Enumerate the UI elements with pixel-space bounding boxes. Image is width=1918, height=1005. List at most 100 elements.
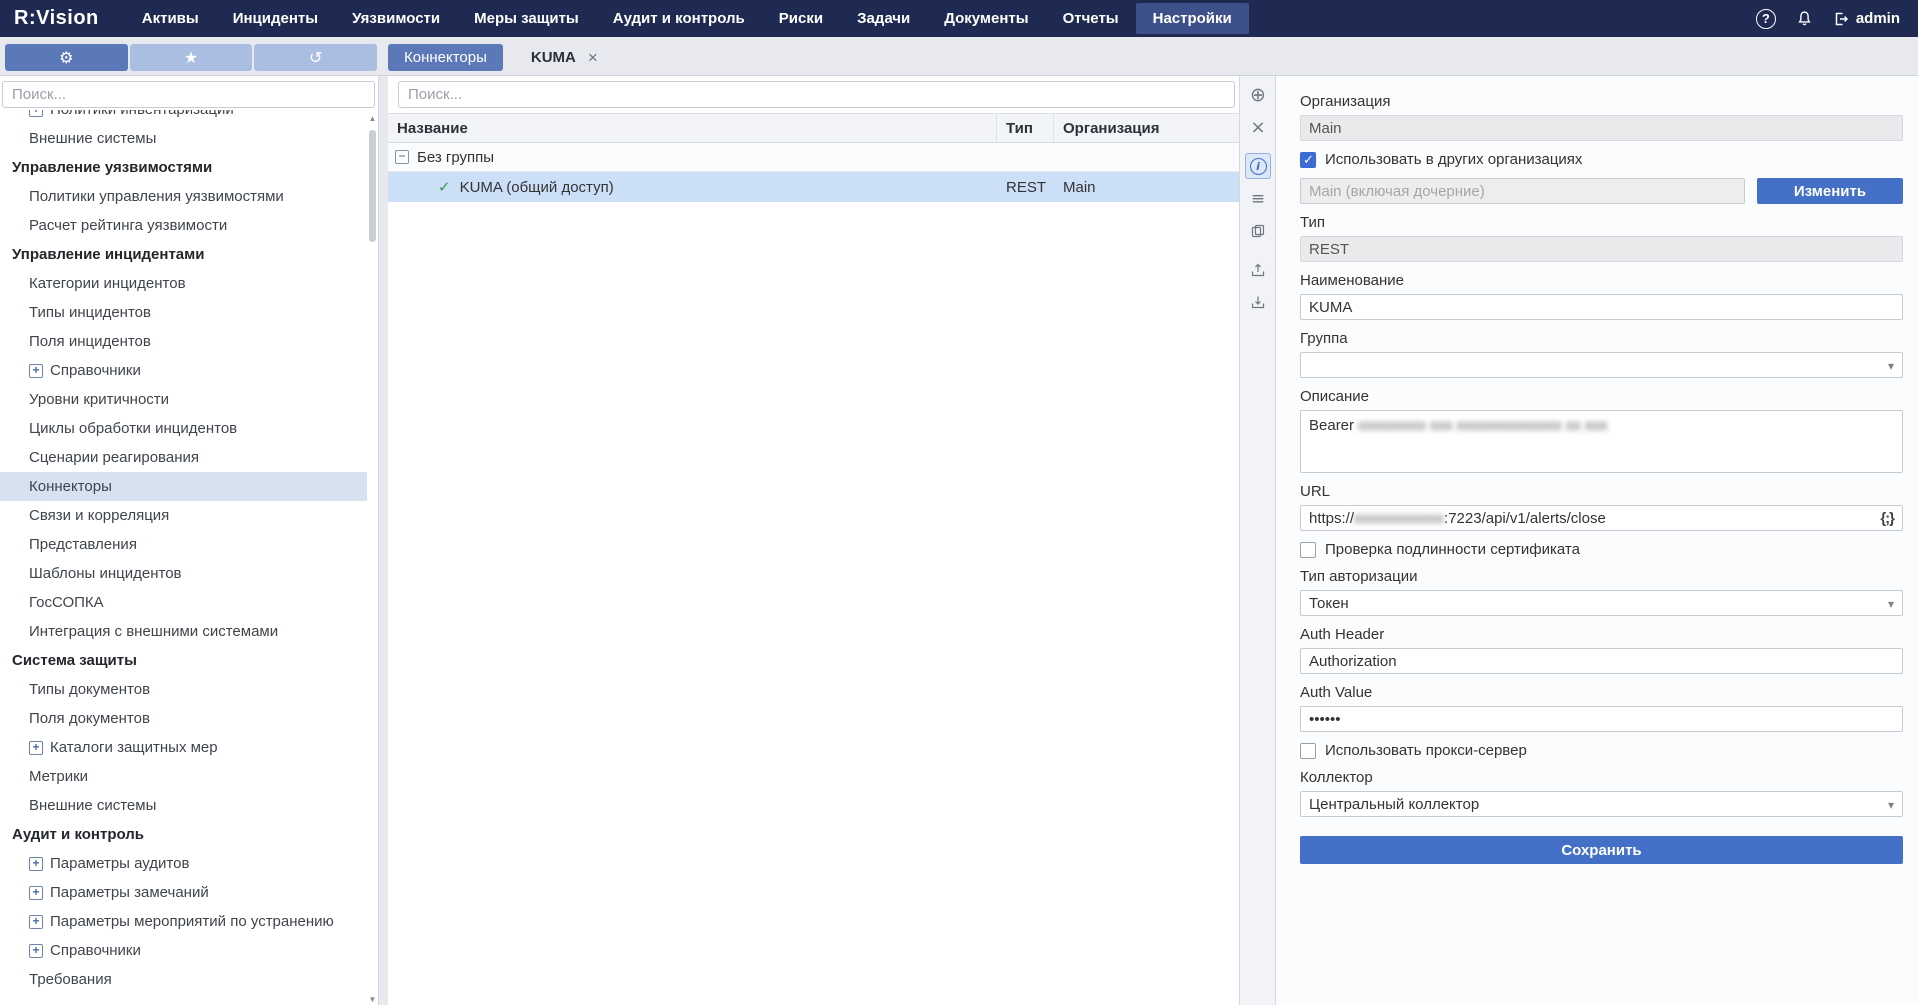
type-label: Тип bbox=[1300, 214, 1903, 231]
tree-item-4[interactable]: Расчет рейтинга уязвимости bbox=[0, 211, 367, 240]
nav-item-documents[interactable]: Документы bbox=[927, 3, 1045, 34]
connector-details-panel: Организация Main Использовать в других о… bbox=[1276, 76, 1918, 1005]
tree-item-14[interactable]: Связи и корреляция bbox=[0, 501, 367, 530]
auth-value-input[interactable] bbox=[1300, 706, 1903, 732]
tree-item-26[interactable]: +Параметры аудитов bbox=[0, 849, 367, 878]
tree-item-29[interactable]: +Справочники bbox=[0, 936, 367, 965]
cert-checkbox[interactable] bbox=[1300, 542, 1316, 558]
expand-icon[interactable]: + bbox=[29, 944, 43, 958]
column-header-1[interactable]: Тип bbox=[997, 114, 1054, 142]
sidebar-tab-settings[interactable]: ⚙ bbox=[5, 44, 128, 71]
auth-type-dropdown[interactable]: Токен ▾ bbox=[1300, 590, 1903, 616]
tree-item-9[interactable]: +Справочники bbox=[0, 356, 367, 385]
nav-item-vulnerabilities[interactable]: Уязвимости bbox=[335, 3, 457, 34]
check-icon: ✓ bbox=[438, 178, 451, 196]
nav-item-protection-measures[interactable]: Меры защиты bbox=[457, 3, 596, 34]
scroll-up-icon[interactable]: ▲ bbox=[367, 114, 378, 123]
column-header-0[interactable]: Название bbox=[388, 114, 997, 142]
tree-item-17[interactable]: ГосСОПКА bbox=[0, 588, 367, 617]
info-icon[interactable]: i bbox=[1245, 153, 1271, 179]
tab-bar: Коннекторы KUMA× bbox=[388, 44, 614, 71]
tree-item-label: Внешние системы bbox=[29, 797, 156, 814]
tree-item-label: Каталоги защитных мер bbox=[50, 739, 218, 756]
tree-item-3[interactable]: Политики управления уязвимостями bbox=[0, 182, 367, 211]
user-menu[interactable]: admin bbox=[1833, 10, 1900, 27]
tree-item-20[interactable]: Типы документов bbox=[0, 675, 367, 704]
proxy-label: Использовать прокси-сервер bbox=[1325, 742, 1527, 759]
expand-icon[interactable]: + bbox=[29, 364, 43, 378]
nav-item-risks[interactable]: Риски bbox=[762, 3, 840, 34]
expand-icon[interactable]: + bbox=[29, 915, 43, 929]
tree-item-7[interactable]: Типы инцидентов bbox=[0, 298, 367, 327]
tree-item-12[interactable]: Сценарии реагирования bbox=[0, 443, 367, 472]
tree-item-21[interactable]: Поля документов bbox=[0, 704, 367, 733]
proxy-checkbox[interactable] bbox=[1300, 743, 1316, 759]
sidebar-tab-favorites[interactable]: ★ bbox=[130, 44, 253, 71]
tree-item-11[interactable]: Циклы обработки инцидентов bbox=[0, 414, 367, 443]
tree-item-22[interactable]: + Каталоги защитных мер bbox=[0, 733, 367, 762]
expand-icon[interactable]: + bbox=[29, 741, 43, 755]
notifications-icon[interactable] bbox=[1796, 10, 1813, 27]
column-header-2[interactable]: Организация bbox=[1054, 114, 1239, 142]
tree-item-8[interactable]: Поля инцидентов bbox=[0, 327, 367, 356]
tree-item-1[interactable]: Внешние системы bbox=[0, 124, 367, 153]
nav-item-incidents[interactable]: Инциденты bbox=[216, 3, 335, 34]
collector-label: Коллектор bbox=[1300, 769, 1903, 786]
tree-item-label: Типы инцидентов bbox=[29, 304, 151, 321]
nav-item-assets[interactable]: Активы bbox=[125, 3, 216, 34]
collector-dropdown[interactable]: Центральный коллектор ▾ bbox=[1300, 791, 1903, 817]
share-label: Использовать в других организациях bbox=[1325, 151, 1582, 168]
app-logo[interactable]: R:Vision bbox=[0, 7, 125, 30]
list-search-input[interactable] bbox=[398, 81, 1235, 108]
table-row[interactable]: ✓KUMA (общий доступ)RESTMain bbox=[388, 172, 1239, 202]
sidebar-search-input[interactable] bbox=[2, 81, 375, 108]
expand-icon[interactable]: + bbox=[29, 886, 43, 900]
close-icon[interactable]: × bbox=[1245, 114, 1271, 140]
tree-item-23[interactable]: Метрики bbox=[0, 762, 367, 791]
help-icon[interactable]: ? bbox=[1756, 9, 1776, 29]
tree-item-18[interactable]: Интеграция с внешними системами bbox=[0, 617, 367, 646]
tree-item-15[interactable]: Представления bbox=[0, 530, 367, 559]
tree-section-5: Управление инцидентами bbox=[0, 240, 367, 269]
description-label: Описание bbox=[1300, 388, 1903, 405]
tree-item-10[interactable]: Уровни критичности bbox=[0, 385, 367, 414]
tree-item-24[interactable]: Внешние системы bbox=[0, 791, 367, 820]
collapse-icon[interactable]: − bbox=[395, 150, 409, 164]
sidebar-tab-history[interactable]: ↺ bbox=[254, 44, 377, 71]
name-input[interactable] bbox=[1300, 294, 1903, 320]
url-prefix: https:// bbox=[1309, 510, 1354, 527]
list-icon[interactable]: ≡ bbox=[1245, 186, 1271, 212]
auth-header-input[interactable] bbox=[1300, 648, 1903, 674]
scrollbar-thumb[interactable] bbox=[369, 130, 376, 242]
tree-item-6[interactable]: Категории инцидентов bbox=[0, 269, 367, 298]
change-button[interactable]: Изменить bbox=[1757, 178, 1903, 204]
tree-item-30[interactable]: Требования bbox=[0, 965, 367, 994]
copy-icon[interactable] bbox=[1245, 218, 1271, 244]
add-icon[interactable]: ⊕ bbox=[1245, 82, 1271, 108]
share-checkbox[interactable] bbox=[1300, 152, 1316, 168]
tree-item-13[interactable]: Коннекторы bbox=[0, 472, 367, 501]
expand-icon[interactable]: + bbox=[29, 857, 43, 871]
tab-kuma[interactable]: KUMA× bbox=[515, 44, 614, 71]
export-icon[interactable] bbox=[1245, 257, 1271, 283]
nav-item-audit-control[interactable]: Аудит и контроль bbox=[596, 3, 762, 34]
nav-item-tasks[interactable]: Задачи bbox=[840, 3, 927, 34]
group-row[interactable]: − Без группы bbox=[388, 143, 1239, 172]
nav-item-reports[interactable]: Отчеты bbox=[1046, 3, 1136, 34]
save-button[interactable]: Сохранить bbox=[1300, 836, 1903, 864]
scroll-down-icon[interactable]: ▼ bbox=[367, 995, 378, 1004]
nav-item-settings[interactable]: Настройки bbox=[1136, 3, 1249, 34]
tree-item-28[interactable]: +Параметры мероприятий по устранению bbox=[0, 907, 367, 936]
auth-type-value: Токен bbox=[1309, 595, 1349, 612]
tree-item-27[interactable]: +Параметры замечаний bbox=[0, 878, 367, 907]
tree-item-label: Управление уязвимостями bbox=[12, 159, 212, 176]
tab-connectors[interactable]: Коннекторы bbox=[388, 44, 503, 71]
import-icon[interactable] bbox=[1245, 289, 1271, 315]
group-dropdown[interactable]: ▾ bbox=[1300, 352, 1903, 378]
url-input[interactable]: https://xxxxxxxxxxxx:7223/api/v1/alerts/… bbox=[1300, 505, 1903, 531]
sidebar-scrollbar[interactable]: ▲ ▼ bbox=[367, 90, 378, 1005]
description-textarea[interactable]: Bearer xxxxxxxxx xxx xxxxxxxxxxxxxx xx x… bbox=[1300, 410, 1903, 473]
tab-close-icon[interactable]: × bbox=[588, 49, 598, 66]
tree-item-16[interactable]: Шаблоны инцидентов bbox=[0, 559, 367, 588]
variables-icon[interactable]: {;} bbox=[1880, 510, 1894, 527]
